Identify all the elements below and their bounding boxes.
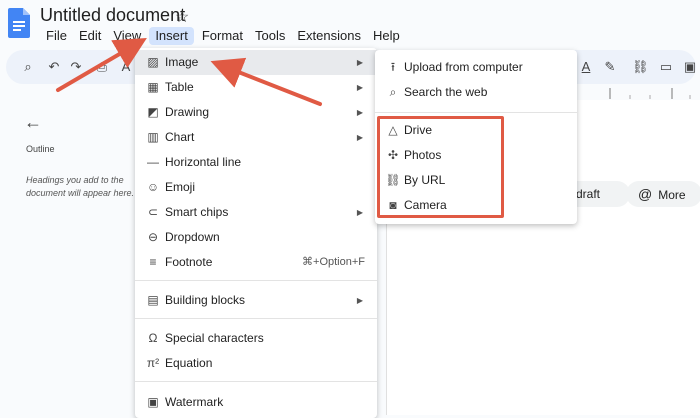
menu-format[interactable]: Format <box>196 27 249 45</box>
search-menus-icon[interactable]: ⌕ <box>20 59 36 75</box>
submenu-item-label: Search the web <box>404 85 488 99</box>
undo-icon[interactable]: ↶ <box>46 59 62 75</box>
menu-item-label: Image <box>165 55 199 69</box>
menu-item-label: Footnote <box>165 255 213 269</box>
menubar: File Edit View Insert Format Tools Exten… <box>40 27 406 45</box>
building-blocks-icon: ▤ <box>147 293 159 307</box>
table-icon: ▦ <box>147 80 159 94</box>
insert-table-item[interactable]: ▦ Table ▶ <box>135 75 377 100</box>
at-icon: @ <box>638 186 653 202</box>
back-arrow-icon[interactable]: ← <box>24 112 42 133</box>
spellcheck-icon[interactable]: A <box>118 59 134 75</box>
annotation-highlight-box <box>377 116 504 218</box>
menu-view[interactable]: View <box>107 27 147 45</box>
menu-divider <box>135 280 377 281</box>
search-icon: ⌕ <box>389 85 397 99</box>
submenu-arrow-icon: ▶ <box>356 296 363 305</box>
submenu-arrow-icon: ▶ <box>356 83 363 92</box>
insert-emoji-item[interactable]: ☺ Emoji <box>135 175 377 200</box>
upload-from-computer-item[interactable]: ⭱ Upload from computer <box>375 55 577 80</box>
submenu-item-label: Upload from computer <box>404 60 523 74</box>
insert-image-icon[interactable]: ▣ <box>682 59 698 75</box>
insert-dropdown-item[interactable]: ⊖ Dropdown <box>135 225 377 250</box>
menu-divider <box>135 381 377 382</box>
emoji-icon: ☺ <box>146 180 160 194</box>
menu-extensions[interactable]: Extensions <box>291 27 367 45</box>
add-comment-icon[interactable]: ▭ <box>658 59 674 75</box>
menu-item-label: Special characters <box>165 331 264 345</box>
insert-footnote-item[interactable]: ≡ Footnote ⌘+Option+F <box>135 250 377 275</box>
submenu-arrow-icon: ▶ <box>356 133 363 142</box>
text-color-icon[interactable]: A <box>578 59 594 75</box>
dropdown-icon: ⊖ <box>147 230 159 244</box>
menu-tools[interactable]: Tools <box>249 27 291 45</box>
submenu-arrow-icon: ▶ <box>356 58 363 67</box>
insert-equation-item[interactable]: π² Equation <box>135 351 377 376</box>
image-icon: ▨ <box>147 55 159 69</box>
insert-menu: ▨ Image ▶ ▦ Table ▶ ◩ Drawing ▶ ▥ Chart … <box>135 48 377 418</box>
insert-horizontal-line-item[interactable]: — Horizontal line <box>135 150 377 175</box>
menu-item-label: Watermark <box>165 395 224 409</box>
smart-chips-icon: ⊂ <box>147 205 159 219</box>
outline-label: Outline <box>26 144 55 154</box>
watermark-icon: ▣ <box>147 395 159 409</box>
menu-item-label: Table <box>165 80 194 94</box>
insert-drawing-item[interactable]: ◩ Drawing ▶ <box>135 100 377 125</box>
menu-edit[interactable]: Edit <box>73 27 107 45</box>
menu-item-label: Equation <box>165 356 213 370</box>
menu-help[interactable]: Help <box>367 27 406 45</box>
highlight-pen-icon[interactable]: ✎ <box>602 59 618 75</box>
menu-insert[interactable]: Insert <box>149 27 194 45</box>
menu-item-label: Chart <box>165 130 195 144</box>
insert-chart-item[interactable]: ▥ Chart ▶ <box>135 125 377 150</box>
menu-item-label: Dropdown <box>165 230 220 244</box>
ruler <box>580 86 700 101</box>
insert-image-item[interactable]: ▨ Image ▶ <box>135 50 377 75</box>
menu-item-label: Smart chips <box>165 205 229 219</box>
more-chip[interactable]: @ More <box>626 181 700 207</box>
menu-item-label: Drawing <box>165 105 210 119</box>
insert-watermark-item[interactable]: ▣ Watermark <box>135 390 377 415</box>
menu-item-label: Building blocks <box>165 293 246 307</box>
insert-smart-chips-item[interactable]: ⊂ Smart chips ▶ <box>135 200 377 225</box>
insert-building-blocks-item[interactable]: ▤ Building blocks ▶ <box>135 288 377 313</box>
menu-divider <box>135 318 377 319</box>
horizontal-line-icon: — <box>147 155 159 169</box>
omega-icon: Ω <box>148 331 158 345</box>
upload-icon: ⭱ <box>390 60 396 74</box>
pi-icon: π² <box>146 356 160 370</box>
star-icon[interactable]: ☆ <box>175 7 189 27</box>
menu-item-label: Horizontal line <box>165 155 242 169</box>
print-icon[interactable]: ⎙ <box>94 59 110 75</box>
footnote-shortcut: ⌘+Option+F <box>302 256 365 268</box>
more-chip-label: More <box>658 188 686 202</box>
outline-panel <box>0 100 136 415</box>
docs-logo-icon[interactable] <box>8 8 30 38</box>
submenu-arrow-icon: ▶ <box>356 208 363 217</box>
chart-icon: ▥ <box>147 130 159 144</box>
insert-link-icon[interactable]: ⛓ <box>632 59 649 75</box>
outline-hint: Headings you add to the document will ap… <box>26 175 135 198</box>
document-title[interactable]: Untitled document <box>40 5 185 26</box>
footnote-icon: ≡ <box>149 255 157 269</box>
menu-item-label: Emoji <box>165 180 196 194</box>
submenu-arrow-icon: ▶ <box>356 108 363 117</box>
menu-file[interactable]: File <box>40 27 73 45</box>
insert-special-characters-item[interactable]: Ω Special characters <box>135 326 377 351</box>
redo-icon[interactable]: ↷ <box>68 59 84 75</box>
submenu-divider <box>375 112 577 113</box>
drawing-icon: ◩ <box>147 105 159 119</box>
search-the-web-item[interactable]: ⌕ Search the web <box>375 80 577 105</box>
